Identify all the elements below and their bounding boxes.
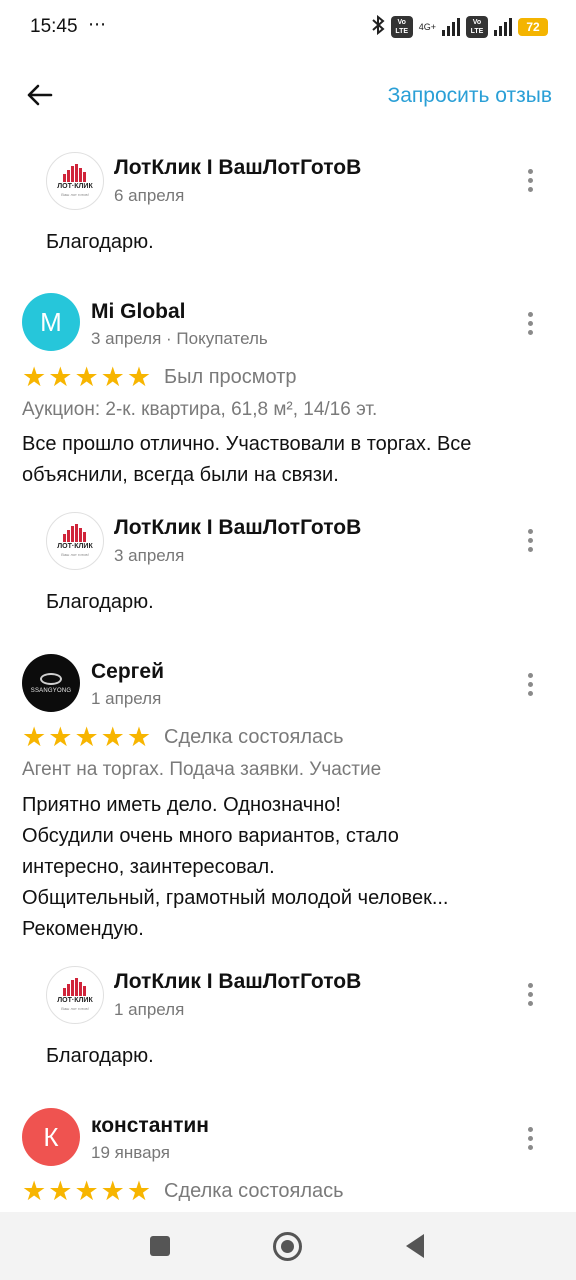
rating-stars: ★ ★ ★ ★ ★: [22, 364, 151, 391]
home-icon[interactable]: [273, 1232, 302, 1261]
review-subject[interactable]: Аукцион: 2-к. квартира, 61,8 м², 14/16 э…: [22, 399, 377, 421]
logo-bars-icon: [63, 978, 86, 996]
more-options-icon[interactable]: [518, 307, 542, 339]
review-text-line: Общительный, грамотный молодой человек..…: [22, 887, 449, 909]
review-author[interactable]: Mi Global: [91, 300, 186, 324]
back-triangle-icon[interactable]: [406, 1234, 424, 1258]
rating-stars: ★ ★ ★ ★ ★: [22, 724, 151, 751]
arrow-left-icon[interactable]: [18, 74, 60, 116]
request-review-link[interactable]: Запросить отзыв: [388, 84, 552, 108]
reply-author[interactable]: ЛотКлик I ВашЛотГотоВ: [114, 970, 361, 994]
rating-label: Сделка состоялась: [164, 726, 344, 748]
company-logo-avatar: ЛОТ·КЛИК Ваш лот готов!: [46, 152, 104, 210]
logo-text: ЛОТ·КЛИК: [57, 997, 93, 1004]
review-author[interactable]: константин: [91, 1114, 209, 1138]
volte-icon-2: Vo LTE: [466, 16, 488, 38]
review-text: Все прошло отлично. Участвовали в торгах…: [22, 429, 552, 491]
reply-date: 1 апреля: [114, 1000, 185, 1019]
star-icon: ★: [100, 362, 125, 392]
logo-text: ЛОТ·КЛИК: [57, 543, 93, 550]
review-meta: 19 января: [91, 1143, 170, 1162]
status-overflow-icon: ⋯: [88, 14, 106, 34]
recent-apps-icon[interactable]: [150, 1236, 170, 1256]
review-text-line: интересно, заинтересовал.: [22, 856, 275, 878]
app-header: Запросить отзыв: [0, 56, 576, 136]
star-icon: ★: [74, 362, 99, 392]
system-nav-bar: [0, 1212, 576, 1280]
star-icon: ★: [74, 1176, 99, 1206]
avatar[interactable]: К: [22, 1108, 80, 1166]
logo-text: ЛОТ·КЛИК: [57, 183, 93, 190]
avatar-brand-text: SSANGYONG: [30, 687, 72, 694]
star-icon: ★: [74, 722, 99, 752]
review-text-line: Обсудили очень много вариантов, стало: [22, 825, 399, 847]
more-options-icon[interactable]: [518, 164, 542, 196]
reply-author[interactable]: ЛотКлик I ВашЛотГотоВ: [114, 516, 361, 540]
more-options-icon[interactable]: [518, 524, 542, 556]
review-meta: 1 апреля: [91, 689, 162, 708]
company-logo-avatar: ЛОТ·КЛИК Ваш лот готов!: [46, 512, 104, 570]
logo-bars-icon: [63, 164, 86, 182]
bluetooth-icon: [371, 14, 385, 39]
star-icon: ★: [48, 362, 73, 392]
review-text-line: Рекомендую.: [22, 918, 144, 940]
star-icon: ★: [100, 722, 125, 752]
star-icon: ★: [126, 1176, 152, 1206]
review-text: Приятно иметь дело. Однозначно! Обсудили…: [22, 790, 552, 945]
volte-icon: Vo LTE: [390, 16, 413, 38]
battery-icon: 72: [518, 18, 548, 36]
more-options-icon[interactable]: [518, 1122, 542, 1154]
star-icon: ★: [22, 722, 47, 752]
signal-icon: [442, 18, 460, 36]
rating-stars: ★ ★ ★ ★ ★: [22, 1178, 151, 1205]
star-icon: ★: [48, 1176, 73, 1206]
ssangyong-emblem-icon: [40, 672, 62, 685]
signal-icon-2: [494, 18, 512, 36]
reply-text: Благодарю.: [46, 1045, 154, 1067]
logo-subtext: Ваш лот готов!: [61, 192, 89, 197]
reply-text: Благодарю.: [46, 231, 154, 253]
reply-text: Благодарю.: [46, 591, 154, 613]
review-text-line: Все прошло отлично. Участвовали в торгах…: [22, 433, 472, 455]
review-text-line: Приятно иметь дело. Однозначно!: [22, 794, 341, 816]
status-icons: Vo LTE 4G+ Vo LTE 72: [371, 14, 548, 39]
star-icon: ★: [100, 1176, 125, 1206]
logo-subtext: Ваш лот готов!: [61, 552, 89, 557]
network-type-label: 4G+: [418, 22, 436, 32]
status-bar: 15:45 ⋯ Vo LTE 4G+ Vo LTE 72: [0, 0, 576, 56]
logo-bars-icon: [63, 524, 86, 542]
review-subject[interactable]: Агент на торгах. Подача заявки. Участие: [22, 759, 381, 781]
status-time: 15:45: [30, 16, 78, 37]
rating-label: Сделка состоялась: [164, 1180, 344, 1202]
reply-author[interactable]: ЛотКлик I ВашЛотГотоВ: [114, 156, 361, 180]
rating-label: Был просмотр: [164, 366, 297, 388]
star-icon: ★: [126, 722, 152, 752]
review-text-line: объяснили, всегда были на связи.: [22, 464, 339, 486]
logo-subtext: Ваш лот готов!: [61, 1006, 89, 1011]
more-options-icon[interactable]: [518, 978, 542, 1010]
more-options-icon[interactable]: [518, 668, 542, 700]
avatar[interactable]: SSANGYONG: [22, 654, 80, 712]
star-icon: ★: [22, 1176, 47, 1206]
review-meta: 3 апреля · Покупатель: [91, 329, 268, 348]
reply-date: 3 апреля: [114, 546, 185, 565]
reply-date: 6 апреля: [114, 186, 185, 205]
star-icon: ★: [126, 362, 152, 392]
review-author[interactable]: Сергей: [91, 660, 164, 684]
avatar[interactable]: M: [22, 293, 80, 351]
company-logo-avatar: ЛОТ·КЛИК Ваш лот готов!: [46, 966, 104, 1024]
star-icon: ★: [48, 722, 73, 752]
star-icon: ★: [22, 362, 47, 392]
